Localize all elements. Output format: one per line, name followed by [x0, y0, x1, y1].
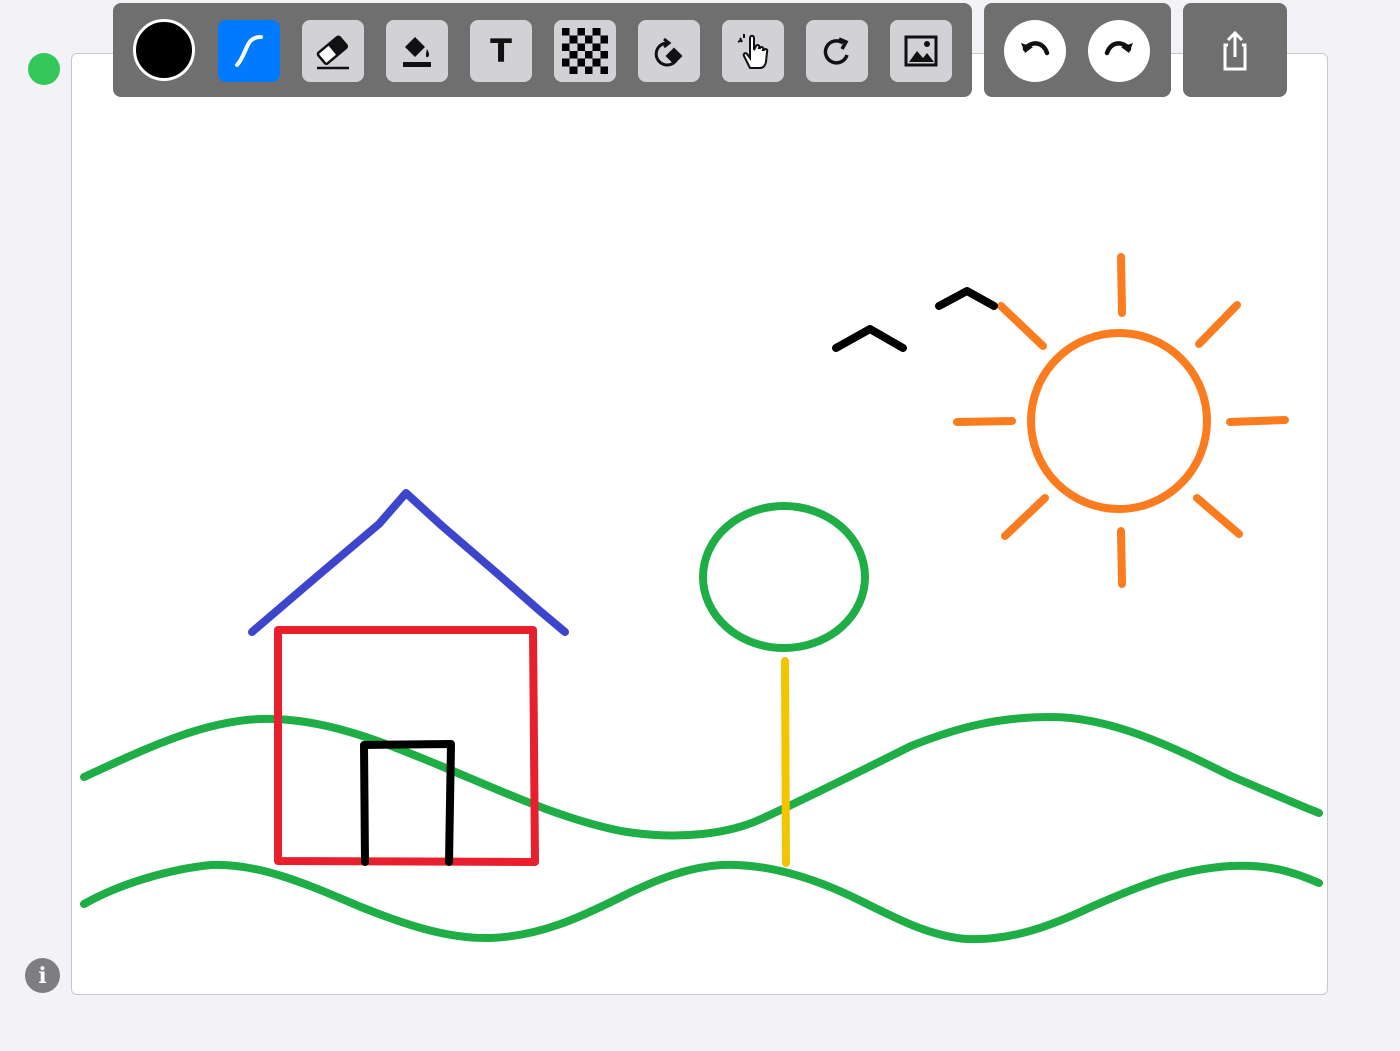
eraser-tool-button[interactable]: [302, 20, 364, 82]
pattern-tool-button[interactable]: [554, 20, 616, 82]
checkerboard-icon: [562, 28, 608, 74]
text-icon: T: [490, 32, 512, 70]
stroke-house-roof: [248, 489, 569, 636]
pen-tool-button[interactable]: [218, 20, 280, 82]
share-button[interactable]: [1217, 29, 1253, 73]
rotate-shape-icon: [654, 37, 683, 67]
share-toolbar: [1183, 3, 1287, 97]
fill-tool-button[interactable]: [386, 20, 448, 82]
hand-sparkle-icon: [737, 34, 769, 69]
undo-icon: [1021, 41, 1050, 56]
gesture-tool-button[interactable]: [722, 20, 784, 82]
redo-button[interactable]: [1088, 20, 1150, 82]
drawing-svg[interactable]: [1, 1, 1400, 1051]
stroke-tree-crown: [699, 502, 869, 652]
history-toolbar: [984, 3, 1171, 97]
info-icon: i: [38, 962, 47, 989]
image-tool-button[interactable]: [890, 20, 952, 82]
main-toolbar: T: [113, 3, 972, 97]
drawing-canvas[interactable]: [71, 53, 1328, 995]
eraser-icon: [316, 35, 349, 70]
stroke-tree-trunk: [781, 657, 790, 867]
refresh-icon: [823, 37, 849, 65]
transform-tool-button[interactable]: [638, 20, 700, 82]
text-tool-button[interactable]: T: [470, 20, 532, 82]
stroke-sun: [953, 253, 1289, 588]
redo-icon: [1104, 41, 1133, 56]
refresh-tool-button[interactable]: [806, 20, 868, 82]
info-button[interactable]: i: [25, 958, 60, 993]
pen-icon: [235, 35, 263, 67]
paint-bucket-icon: [403, 37, 431, 67]
stroke-hill-lower: [80, 860, 1323, 944]
undo-button[interactable]: [1004, 20, 1066, 82]
color-swatch-button[interactable]: [133, 19, 195, 81]
image-icon: [904, 35, 938, 67]
share-icon: [1223, 30, 1247, 71]
stroke-birds: [832, 287, 998, 352]
stroke-hill-upper: [80, 713, 1323, 840]
